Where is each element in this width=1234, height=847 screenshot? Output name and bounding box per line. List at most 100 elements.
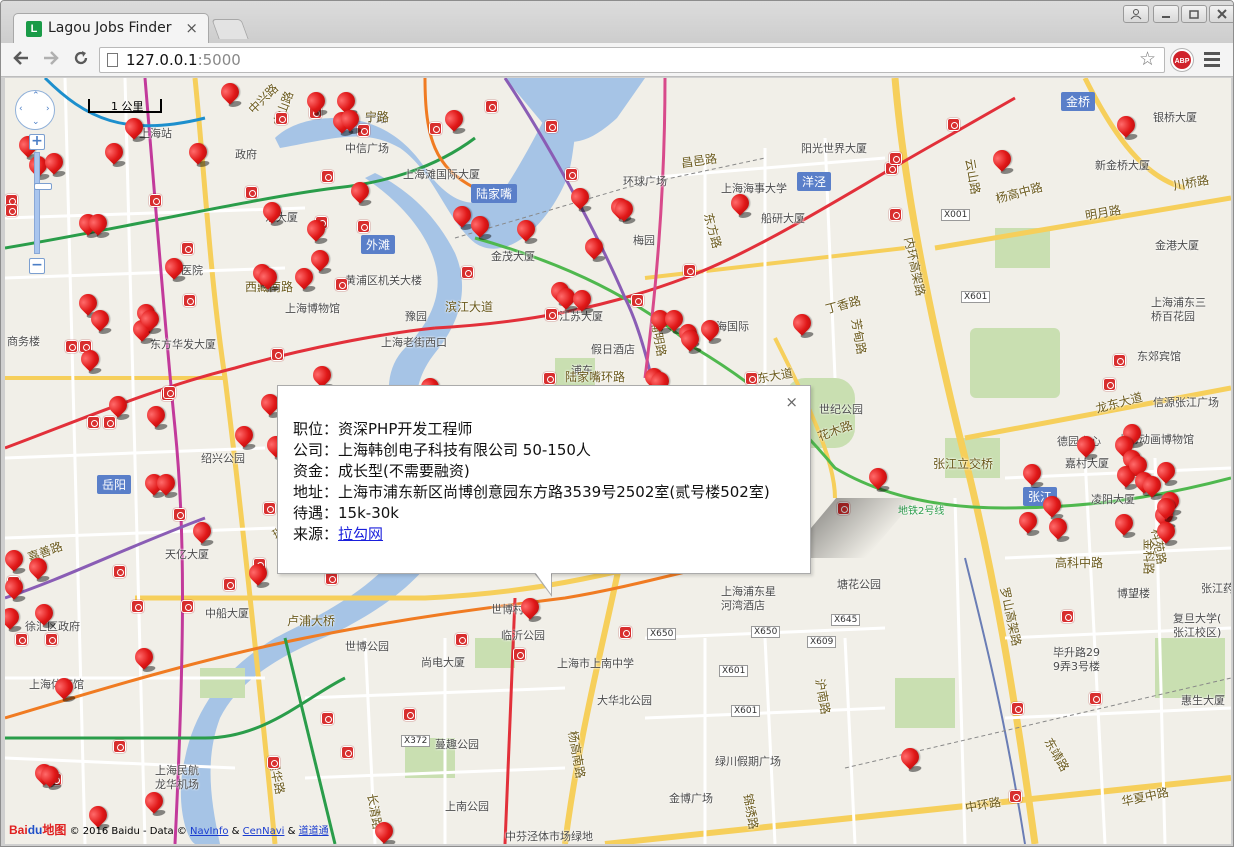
job-marker-icon[interactable]: [789, 310, 816, 340]
job-marker-icon[interactable]: [1045, 514, 1072, 544]
job-marker-icon[interactable]: [245, 560, 272, 590]
job-marker-icon[interactable]: [141, 788, 168, 818]
job-marker-icon[interactable]: [897, 744, 924, 774]
job-marker-icon[interactable]: [161, 254, 188, 284]
zoom-control[interactable]: + −: [29, 134, 52, 274]
url-text[interactable]: 127.0.0.1:5000: [126, 51, 241, 69]
job-marker-icon[interactable]: [25, 554, 52, 584]
info-close-icon[interactable]: ×: [785, 393, 798, 411]
job-marker-icon[interactable]: [259, 198, 286, 228]
minimize-icon[interactable]: [1153, 5, 1179, 23]
job-marker-icon[interactable]: [697, 316, 724, 346]
job-marker-icon[interactable]: [1073, 432, 1100, 462]
job-marker-icon[interactable]: [1113, 112, 1140, 142]
job-marker-icon[interactable]: [303, 88, 330, 118]
job-marker-icon[interactable]: [467, 212, 494, 242]
tab-close-icon[interactable]: ×: [185, 19, 198, 37]
map-label: 商务楼: [7, 335, 40, 348]
job-marker-icon[interactable]: [189, 518, 216, 548]
pan-up-icon[interactable]: ⌃: [32, 91, 40, 101]
zoom-out-button[interactable]: −: [29, 258, 45, 274]
job-marker-icon[interactable]: [101, 139, 128, 169]
road-shield: X372: [401, 735, 431, 747]
metro-station-icon: [223, 578, 236, 591]
job-marker-icon[interactable]: [865, 464, 892, 494]
job-marker-icon[interactable]: [727, 190, 754, 220]
job-marker-icon[interactable]: [105, 392, 132, 422]
job-marker-icon[interactable]: [143, 402, 170, 432]
navinfo-link[interactable]: NavInfo: [190, 826, 228, 837]
zoom-slider-track[interactable]: [34, 152, 52, 254]
address-bar[interactable]: 127.0.0.1:5000 ☆: [99, 47, 1165, 73]
cennavi-link[interactable]: CenNavi: [243, 826, 285, 837]
job-marker-icon[interactable]: [347, 178, 374, 208]
menu-icon[interactable]: [1204, 52, 1220, 70]
close-icon[interactable]: [1209, 5, 1233, 23]
metro-station-icon: [113, 740, 126, 753]
job-marker-icon[interactable]: [449, 202, 476, 232]
map-label: 9弄3号楼: [1053, 660, 1100, 673]
job-marker-icon[interactable]: [1153, 518, 1180, 548]
zoom-slider-handle[interactable]: [34, 183, 52, 190]
forward-arrow-icon[interactable]: [39, 48, 63, 72]
pan-left-icon[interactable]: ‹: [19, 104, 23, 114]
adblock-icon[interactable]: ABP: [1171, 49, 1193, 71]
job-marker-icon[interactable]: [185, 139, 212, 169]
job-marker-icon[interactable]: [581, 234, 608, 264]
pan-right-icon[interactable]: ›: [46, 104, 50, 114]
job-marker-icon[interactable]: [677, 326, 704, 356]
job-marker-icon[interactable]: [989, 146, 1016, 176]
job-marker-icon[interactable]: [87, 306, 114, 336]
job-marker-icon[interactable]: [1153, 494, 1180, 524]
url-port: :5000: [197, 51, 241, 69]
daodaotong-link[interactable]: 道道通: [299, 826, 329, 837]
baidu-map[interactable]: 中信广场 上海滩国际大厦 黄浦区机关大楼 上海博物馆 豫园 上海老街西口 东方华…: [5, 78, 1231, 844]
job-marker-icon[interactable]: [217, 79, 244, 109]
job-marker-icon[interactable]: [307, 246, 334, 276]
job-marker-icon[interactable]: [513, 216, 540, 246]
job-marker-icon[interactable]: [303, 216, 330, 246]
job-marker-icon[interactable]: [1019, 460, 1046, 490]
job-marker-icon[interactable]: [5, 604, 24, 634]
bookmark-star-icon[interactable]: ☆: [1139, 48, 1156, 70]
job-marker-icon[interactable]: [77, 346, 104, 376]
job-marker-icon[interactable]: [41, 149, 68, 179]
map-pan-control[interactable]: ⌃ ⌄ ‹ ›: [15, 90, 55, 130]
job-marker-icon[interactable]: [131, 644, 158, 674]
job-marker-icon[interactable]: [255, 264, 282, 294]
job-marker-icon[interactable]: [137, 306, 164, 336]
job-marker-icon[interactable]: [569, 286, 596, 316]
baidu-logo[interactable]: Baidu地图: [9, 823, 66, 837]
job-marker-icon[interactable]: [567, 184, 594, 214]
back-arrow-icon[interactable]: [9, 48, 33, 72]
browser-tab[interactable]: L Lagou Jobs Finder ×: [13, 13, 209, 43]
job-marker-icon[interactable]: [1015, 508, 1042, 538]
job-marker-icon[interactable]: [37, 762, 64, 792]
job-marker-icon[interactable]: [441, 106, 468, 136]
job-marker-icon[interactable]: [5, 574, 28, 604]
pan-down-icon[interactable]: ⌄: [32, 117, 40, 127]
job-marker-icon[interactable]: [31, 600, 58, 630]
job-marker-icon[interactable]: [517, 594, 544, 624]
job-marker-icon[interactable]: [231, 422, 258, 452]
map-label: 中信广场: [345, 142, 389, 155]
job-marker-icon[interactable]: [337, 106, 364, 136]
job-marker-icon[interactable]: [121, 114, 148, 144]
job-marker-icon[interactable]: [153, 470, 180, 500]
job-marker-icon[interactable]: [371, 818, 398, 844]
maximize-icon[interactable]: [1181, 5, 1207, 23]
user-icon[interactable]: [1123, 5, 1149, 23]
job-marker-icon[interactable]: [51, 674, 78, 704]
job-marker-icon[interactable]: [5, 546, 28, 576]
metro-station-icon: [275, 112, 288, 125]
job-marker-icon[interactable]: [85, 210, 112, 240]
metro-station-icon: [543, 372, 556, 385]
reload-icon[interactable]: [69, 48, 93, 72]
map-label: 大华北公园: [597, 694, 652, 707]
map-label: 上海博物馆: [285, 302, 340, 315]
new-tab-button[interactable]: [211, 19, 249, 39]
source-link[interactable]: 拉勾网: [338, 525, 383, 543]
zoom-in-button[interactable]: +: [29, 134, 45, 150]
job-marker-icon[interactable]: [611, 196, 638, 226]
job-marker-icon[interactable]: [1111, 510, 1138, 540]
